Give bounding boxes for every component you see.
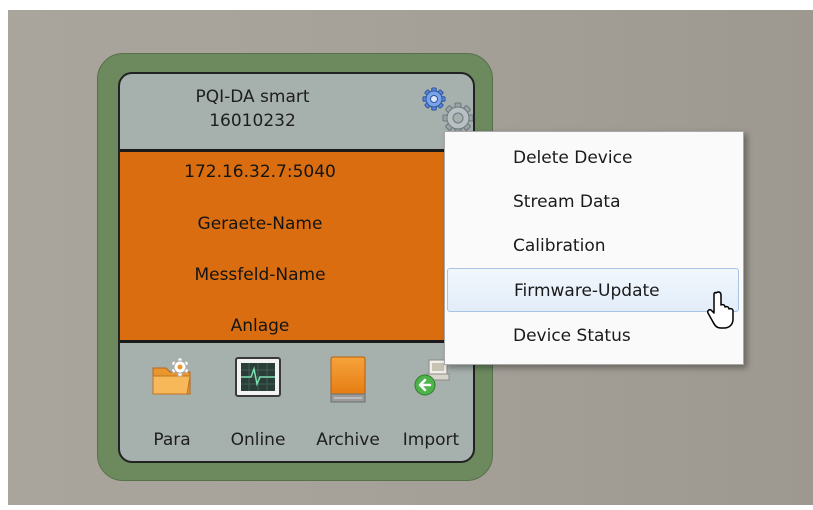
- device-address: 172.16.32.7:5040: [184, 162, 336, 182]
- archive-label: Archive: [316, 430, 380, 450]
- monitor-waveform-icon: [235, 356, 281, 404]
- measurement-field-name: Messfeld-Name: [194, 265, 326, 285]
- menu-item-calibration[interactable]: Calibration: [447, 224, 739, 268]
- folder-gear-icon: [150, 356, 194, 404]
- para-label: Para: [153, 430, 191, 450]
- device-name: PQI-DA smart: [195, 87, 310, 107]
- online-button[interactable]: Online: [217, 342, 299, 461]
- device-serial: 16010232: [209, 111, 296, 131]
- device-info-panel: 172.16.32.7:5040 Geraete-Name Messfeld-N…: [120, 149, 473, 343]
- plant-name: Anlage: [230, 316, 290, 336]
- device-header: PQI-DA smart 16010232: [120, 74, 473, 149]
- online-label: Online: [230, 430, 286, 450]
- device-tile[interactable]: PQI-DA smart 16010232 172.16.32.7:5040 G…: [118, 72, 475, 463]
- mouse-pointer-icon: [707, 290, 737, 334]
- device-label-name: Geraete-Name: [197, 214, 323, 234]
- archive-button[interactable]: Archive: [307, 342, 389, 461]
- menu-item-firmware-update[interactable]: Firmware-Update: [447, 268, 739, 312]
- archive-drive-icon: [329, 356, 367, 408]
- menu-item-device-status[interactable]: Device Status: [447, 314, 739, 358]
- menu-item-delete-device[interactable]: Delete Device: [447, 136, 739, 180]
- menu-item-stream-data[interactable]: Stream Data: [447, 180, 739, 224]
- import-label: Import: [402, 430, 460, 450]
- device-context-menu: Delete Device Stream Data Calibration Fi…: [444, 131, 744, 365]
- settings-gear-icon[interactable]: [418, 82, 473, 138]
- para-button[interactable]: Para: [131, 342, 213, 461]
